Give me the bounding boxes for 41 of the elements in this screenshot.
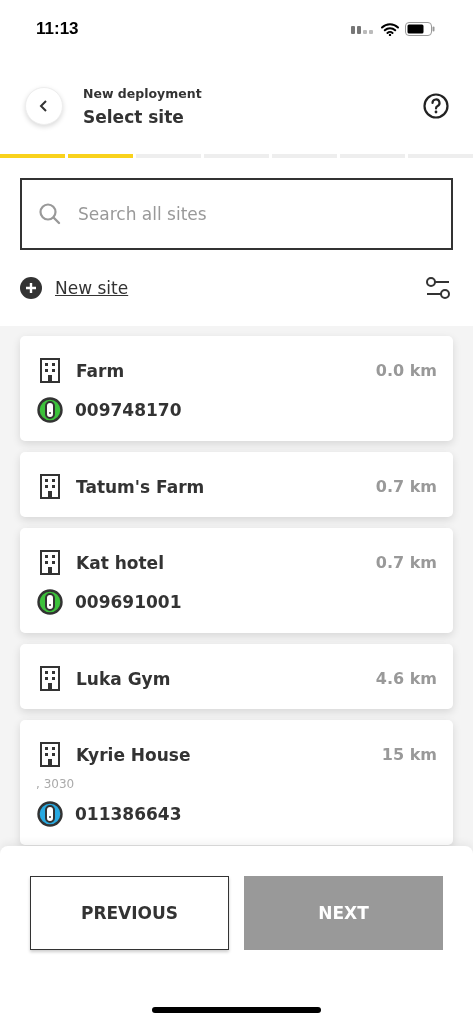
wifi-icon bbox=[381, 22, 399, 36]
filter-icon[interactable] bbox=[425, 276, 451, 300]
building-icon bbox=[40, 474, 60, 499]
device-serial: 009691001 bbox=[75, 592, 182, 612]
site-card[interactable]: Luka Gym 4.6 km bbox=[20, 644, 453, 709]
building-icon bbox=[40, 550, 60, 575]
site-name: Kat hotel bbox=[76, 552, 165, 573]
building-icon bbox=[40, 742, 60, 767]
sensor-icon bbox=[37, 801, 63, 827]
site-card[interactable]: Kyrie House 15 km , 3030 011386643 bbox=[20, 720, 453, 845]
site-name: Luka Gym bbox=[76, 668, 172, 689]
chevron-left-icon bbox=[39, 100, 49, 112]
sensor-icon bbox=[37, 397, 63, 423]
device-serial: 009748170 bbox=[75, 400, 182, 420]
site-distance: 15 km bbox=[381, 745, 437, 764]
header-title: Select site bbox=[83, 106, 185, 127]
sensor-icon bbox=[37, 589, 63, 615]
device-serial: 011386643 bbox=[75, 804, 182, 824]
site-card[interactable]: Farm 0.0 km 009748170 bbox=[20, 336, 453, 441]
help-icon[interactable] bbox=[423, 93, 449, 119]
building-icon bbox=[40, 666, 60, 691]
site-distance: 0.7 km bbox=[375, 477, 437, 496]
site-name: Tatum's Farm bbox=[76, 476, 206, 497]
signal-icon bbox=[351, 24, 375, 34]
header-subtitle: New deployment bbox=[83, 85, 203, 101]
plus-icon bbox=[20, 277, 42, 299]
site-distance: 4.6 km bbox=[375, 669, 437, 688]
search-field[interactable]: Search all sites bbox=[20, 178, 453, 250]
site-distance: 0.0 km bbox=[375, 361, 437, 380]
site-card[interactable]: Kat hotel 0.7 km 009691001 bbox=[20, 528, 453, 633]
site-name: Kyrie House bbox=[76, 744, 192, 765]
previous-button[interactable]: PREVIOUS bbox=[30, 876, 229, 950]
building-icon bbox=[40, 358, 60, 383]
site-card[interactable]: Tatum's Farm 0.7 km bbox=[20, 452, 453, 517]
search-icon bbox=[38, 202, 62, 226]
site-address: , 3030 bbox=[36, 777, 76, 791]
battery-icon bbox=[405, 22, 435, 36]
status-time: 11:13 bbox=[36, 19, 79, 39]
site-name: Farm bbox=[76, 360, 126, 381]
site-distance: 0.7 km bbox=[375, 553, 437, 572]
new-site-link[interactable]: New site bbox=[20, 277, 129, 299]
